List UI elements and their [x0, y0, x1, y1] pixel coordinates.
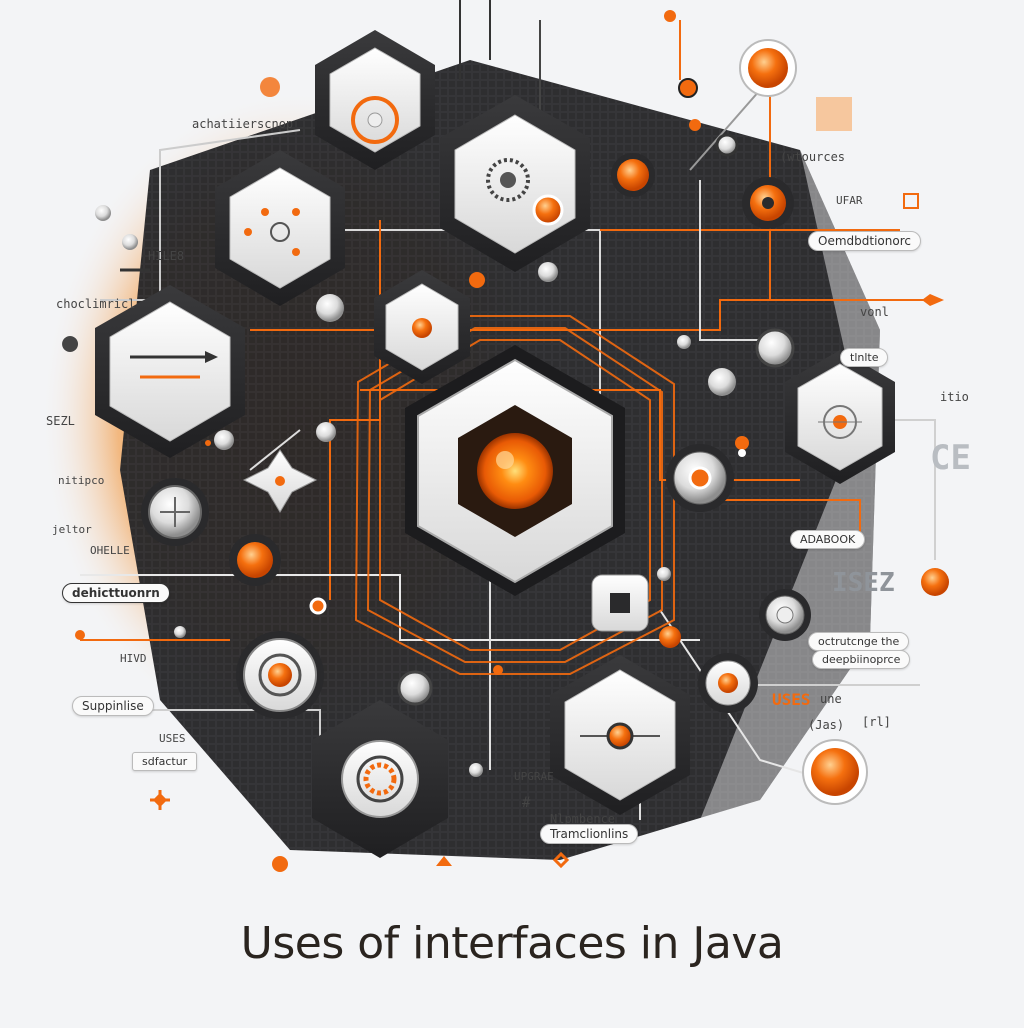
circuit-artwork	[40, 0, 949, 872]
label-uses-orange: USES	[772, 690, 811, 709]
label-hileb: HILE8	[148, 249, 185, 263]
label-jas: (Jas)	[808, 718, 845, 732]
label-right-ufar: UFAR	[836, 194, 863, 207]
tag-octrutcnge: octrutcnge the	[808, 632, 910, 651]
circle-ring-icon	[759, 589, 811, 641]
circle-target-icon	[666, 444, 734, 512]
square-node-icon	[591, 574, 649, 632]
circle-knob-icon	[141, 478, 209, 546]
label-hash: #	[522, 795, 531, 811]
label-itio: itio	[940, 390, 969, 404]
label-vonl: vonl	[860, 305, 889, 319]
label-jeltor: jeltor	[52, 523, 92, 536]
circle-gear-icon	[236, 631, 324, 719]
label-ohelle: OHELLE	[90, 544, 130, 557]
page-title: Uses of interfaces in Java	[240, 918, 784, 969]
tag-adabook: ADABOOK	[790, 530, 866, 549]
illustration: achatiierscnop HILE8 choclimricl SEZL ni…	[0, 0, 1024, 1024]
tag-dehicttuonrn: dehicttuonrn	[62, 583, 170, 603]
label-top-left: achatiierscnop	[192, 117, 294, 131]
label-upgrae: UPGRAE	[514, 770, 554, 783]
label-right-top: (wtources	[780, 150, 846, 164]
tag-suppinlise: Suppinlise	[72, 696, 154, 716]
tag-odmbdtionorc: Oemdbdtionorc	[808, 231, 921, 251]
tag-sdfactur: sdfactur	[132, 752, 198, 771]
label-nitipco: nitipco	[58, 474, 105, 487]
label-chocl: choclimricl	[56, 297, 136, 311]
tag-transitions: Tramclionlins	[540, 824, 639, 844]
tag-deepbiinoprce: deepbiinoprce	[812, 650, 911, 669]
circle-orb-node-icon	[698, 653, 758, 713]
tag-tilnte: tlnlte	[840, 348, 889, 367]
label-bracket: [rl]	[862, 715, 891, 729]
label-hivd: HIVD	[120, 652, 147, 665]
label-sez: SEZL	[46, 414, 75, 428]
label-une: une	[820, 692, 842, 706]
label-isez: ISEZ	[832, 568, 895, 598]
label-ce: CE	[930, 438, 971, 478]
label-uses-small: USES	[159, 732, 186, 745]
